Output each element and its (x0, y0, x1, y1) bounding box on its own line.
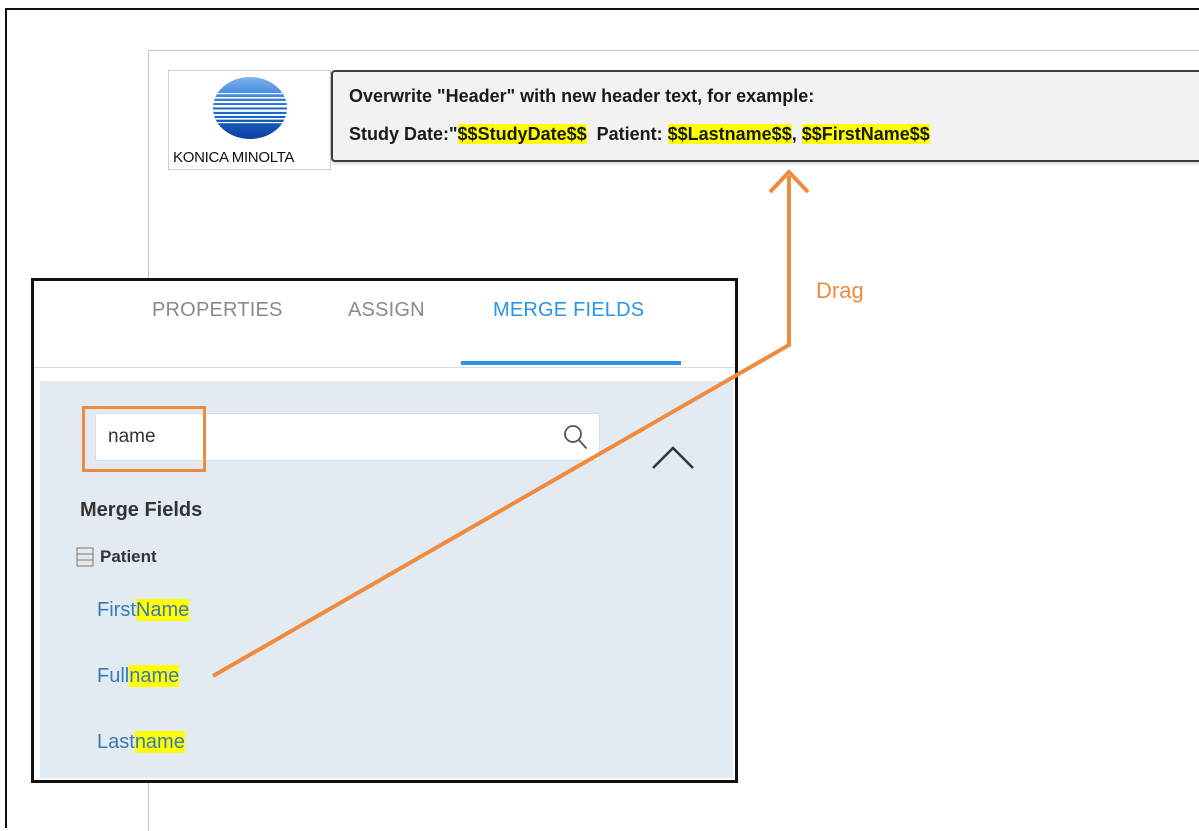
header-instruction: Overwrite "Header" with new header text,… (349, 86, 815, 106)
field-lastname[interactable]: Lastname (97, 731, 185, 754)
tab-assign[interactable]: ASSIGN (348, 299, 425, 322)
category-patient[interactable]: Patient (76, 545, 157, 569)
database-icon (76, 547, 94, 567)
patient-label: Patient: (586, 124, 668, 144)
field-firstname[interactable]: FirstName (97, 599, 190, 622)
active-tab-indicator (461, 361, 681, 365)
merge-fields-heading: Merge Fields (80, 499, 203, 521)
logo: KONICA MINOLTA (168, 70, 331, 170)
token-separator: , (791, 124, 802, 144)
field-prefix: Last (97, 731, 135, 753)
field-prefix: Full (97, 665, 130, 687)
field-prefix: First (97, 599, 136, 621)
merge-fields-content: Merge Fields Patient FirstName Fullname … (40, 381, 733, 778)
firstname-token: $$FirstName$$ (801, 124, 930, 144)
logo-text: KONICA MINOLTA (173, 149, 295, 166)
tab-properties[interactable]: PROPERTIES (152, 299, 283, 322)
field-match-highlight: name (129, 665, 180, 687)
category-label: Patient (100, 547, 157, 566)
study-date-token: $$StudyDate$$ (457, 124, 587, 144)
header-example-line: Study Date:"$$StudyDate$$ Patient: $$Las… (349, 124, 930, 145)
tab-merge-fields[interactable]: MERGE FIELDS (493, 299, 644, 322)
search-highlight-box (82, 406, 206, 472)
chevron-up-icon[interactable] (650, 443, 696, 473)
drag-annotation-label: Drag (816, 278, 864, 303)
field-match-highlight: Name (135, 599, 190, 621)
field-fullname[interactable]: Fullname (97, 665, 180, 688)
search-icon[interactable] (562, 423, 588, 451)
field-match-highlight: name (134, 731, 185, 753)
lastname-token: $$Lastname$$ (667, 124, 792, 144)
konica-minolta-logo-icon (213, 77, 287, 139)
study-date-label: Study Date:" (349, 124, 458, 144)
merge-fields-panel: PROPERTIES ASSIGN MERGE FIELDS Merge Fie… (31, 278, 738, 783)
header-text-box[interactable]: Overwrite "Header" with new header text,… (331, 70, 1199, 162)
panel-tabs: PROPERTIES ASSIGN MERGE FIELDS (34, 281, 735, 368)
